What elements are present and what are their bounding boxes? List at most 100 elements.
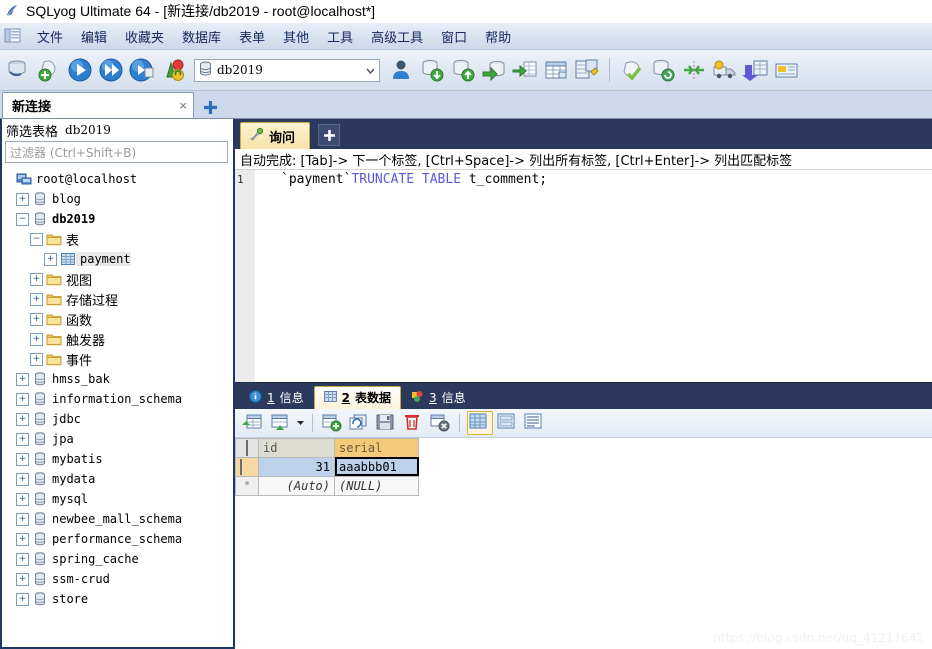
sql-formatter-icon[interactable]: [618, 55, 646, 85]
expand-icon[interactable]: +: [16, 513, 29, 526]
menu-other[interactable]: 其他: [274, 25, 318, 48]
insert-row-options-icon[interactable]: [268, 412, 292, 434]
form-view-icon[interactable]: [496, 412, 520, 434]
user-manager-icon[interactable]: [387, 55, 415, 85]
close-icon[interactable]: ×: [179, 99, 187, 112]
table-row[interactable]: 31 aaabbb01: [236, 457, 419, 476]
query-tab-query[interactable]: 询问: [240, 122, 310, 149]
tree-node-jpa[interactable]: +jpa: [0, 429, 233, 449]
result-tab-info-1[interactable]: 1 信息: [239, 386, 314, 409]
tree-node--[interactable]: +存储过程: [0, 289, 233, 309]
window-menu-icon[interactable]: [2, 26, 24, 46]
tree-node-performance-schema[interactable]: +performance_schema: [0, 529, 233, 549]
table-data-icon[interactable]: [542, 55, 570, 85]
tree-node--[interactable]: −表: [0, 229, 233, 249]
tree-node-mysql[interactable]: +mysql: [0, 489, 233, 509]
expand-icon[interactable]: +: [44, 253, 57, 266]
expand-icon[interactable]: +: [30, 353, 43, 366]
tree-node-spring-cache[interactable]: +spring_cache: [0, 549, 233, 569]
backup-database-icon[interactable]: [649, 55, 677, 85]
sql-editor[interactable]: 1 `payment`TRUNCATE TABLE t_comment;: [235, 170, 932, 382]
expand-icon[interactable]: +: [16, 413, 29, 426]
sql-code[interactable]: `payment`TRUNCATE TABLE t_comment;: [255, 170, 932, 382]
cell-serial[interactable]: aaabbb01: [335, 457, 419, 476]
menu-table[interactable]: 表单: [230, 25, 274, 48]
refresh-data-icon[interactable]: [347, 412, 371, 434]
column-header-serial[interactable]: serial: [335, 438, 419, 457]
tree-node-jdbc[interactable]: +jdbc: [0, 409, 233, 429]
tree-node--[interactable]: +事件: [0, 349, 233, 369]
text-view-icon[interactable]: [523, 412, 547, 434]
filter-input[interactable]: 过滤器 (Ctrl+Shift+B): [5, 141, 228, 163]
expand-icon[interactable]: +: [16, 533, 29, 546]
menu-file[interactable]: 文件: [28, 25, 72, 48]
cancel-changes-icon[interactable]: [428, 412, 452, 434]
import-external-data-icon[interactable]: [511, 55, 539, 85]
execute-all-queries-icon[interactable]: [97, 55, 125, 85]
notes-icon[interactable]: [773, 55, 801, 85]
tree-node-newbee-mall-schema[interactable]: +newbee_mall_schema: [0, 509, 233, 529]
row-selector[interactable]: [236, 457, 259, 476]
data-grid[interactable]: id serial 31 aaabbb01 *: [235, 438, 419, 496]
tree-node-mydata[interactable]: +mydata: [0, 469, 233, 489]
expand-icon[interactable]: +: [16, 433, 29, 446]
menu-help[interactable]: 帮助: [476, 25, 520, 48]
expand-icon[interactable]: +: [16, 473, 29, 486]
expand-icon[interactable]: +: [30, 313, 43, 326]
tree-node--[interactable]: +触发器: [0, 329, 233, 349]
stop-query-icon[interactable]: [159, 55, 187, 85]
tree-node-information-schema[interactable]: +information_schema: [0, 389, 233, 409]
restore-backup-icon[interactable]: [480, 55, 508, 85]
menu-favorites[interactable]: 收藏夹: [116, 25, 173, 48]
tree-node--[interactable]: +函数: [0, 309, 233, 329]
select-all-checkbox[interactable]: [246, 440, 248, 456]
export-data-icon[interactable]: [449, 55, 477, 85]
menu-database[interactable]: 数据库: [173, 25, 230, 48]
row-checkbox[interactable]: [240, 459, 242, 475]
column-header-id[interactable]: id: [259, 438, 335, 457]
expand-icon[interactable]: +: [16, 573, 29, 586]
expand-icon[interactable]: +: [16, 553, 29, 566]
tree-node-root-localhost[interactable]: root@localhost: [0, 169, 233, 189]
sync-data-icon[interactable]: [680, 55, 708, 85]
save-changes-icon[interactable]: [374, 412, 398, 434]
result-tab-info-3[interactable]: 3 信息: [401, 386, 476, 409]
grid-view-icon[interactable]: [467, 411, 493, 435]
expand-icon[interactable]: +: [30, 273, 43, 286]
insert-row-icon[interactable]: [241, 412, 265, 434]
tree-node-mybatis[interactable]: +mybatis: [0, 449, 233, 469]
tree-node-store[interactable]: +store: [0, 589, 233, 609]
tree-node-hmss-bak[interactable]: +hmss_bak: [0, 369, 233, 389]
collapse-icon[interactable]: −: [16, 213, 29, 226]
cell-serial-new[interactable]: (NULL): [335, 476, 419, 495]
delete-row-icon[interactable]: [401, 412, 425, 434]
tree-node-blog[interactable]: +blog: [0, 189, 233, 209]
select-all-cell[interactable]: [236, 438, 259, 457]
expand-icon[interactable]: +: [16, 493, 29, 506]
refresh-object-icon[interactable]: [35, 55, 63, 85]
database-selector[interactable]: db2019: [194, 59, 380, 82]
expand-icon[interactable]: +: [16, 393, 29, 406]
result-tab-table-data[interactable]: 2 表数据: [314, 386, 401, 409]
schema-designer-icon[interactable]: [573, 55, 601, 85]
table-row-new[interactable]: * (Auto) (NULL): [236, 476, 419, 495]
menu-window[interactable]: 窗口: [432, 25, 476, 48]
new-connection-icon[interactable]: [4, 55, 32, 85]
tree-node-ssm-crud[interactable]: +ssm-crud: [0, 569, 233, 589]
chevron-down-icon[interactable]: [295, 413, 305, 433]
collapse-icon[interactable]: −: [30, 233, 43, 246]
menu-edit[interactable]: 编辑: [72, 25, 116, 48]
import-data-icon[interactable]: [418, 55, 446, 85]
add-query-tab-button[interactable]: [318, 124, 340, 146]
tree-node-db2019[interactable]: −db2019: [0, 209, 233, 229]
connection-tab-new[interactable]: 新连接 ×: [2, 92, 194, 118]
tree-node-payment[interactable]: +payment: [0, 249, 233, 269]
expand-icon[interactable]: +: [16, 193, 29, 206]
migrate-data-icon[interactable]: [742, 55, 770, 85]
add-connection-tab-button[interactable]: [198, 96, 222, 118]
menu-tools[interactable]: 工具: [318, 25, 362, 48]
create-row-icon[interactable]: [320, 412, 344, 434]
object-tree[interactable]: root@localhost+blog−db2019−表+payment+视图+…: [0, 166, 233, 649]
execute-query-change-db-icon[interactable]: [128, 55, 156, 85]
expand-icon[interactable]: +: [30, 293, 43, 306]
